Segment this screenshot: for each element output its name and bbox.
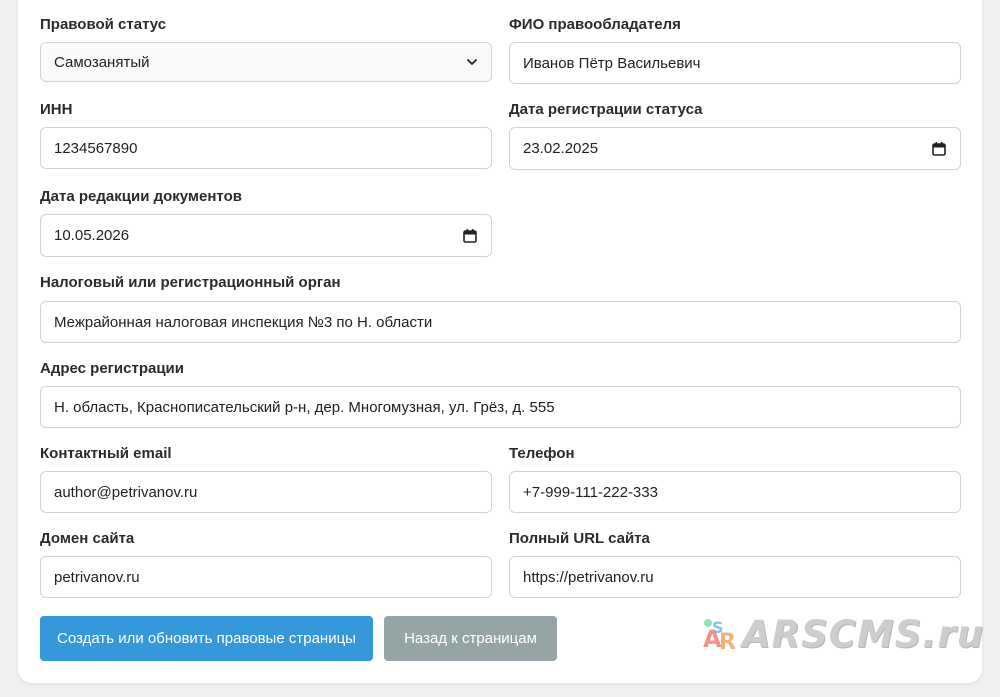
docs-date-input[interactable]: 10.05.2026 — [40, 214, 492, 257]
address-input[interactable]: Н. область, Краснописательский р-н, дер.… — [40, 386, 961, 428]
address-value: Н. область, Краснописательский р-н, дер.… — [54, 398, 555, 416]
calendar-icon[interactable] — [462, 228, 478, 244]
status-date-label: Дата регистрации статуса — [509, 101, 703, 118]
legal-status-label: Правовой статус — [40, 16, 167, 33]
address-label: Адрес регистрации — [40, 360, 185, 377]
inn-input[interactable]: 1234567890 — [40, 127, 492, 169]
tax-authority-value: Межрайонная налоговая инспекция №3 по Н.… — [54, 313, 433, 331]
inn-label: ИНН — [40, 101, 73, 118]
back-to-pages-button[interactable]: Назад к страницам — [384, 616, 557, 661]
chevron-down-icon — [466, 56, 478, 68]
owner-name-input[interactable]: Иванов Пётр Васильевич — [509, 42, 961, 84]
phone-input[interactable]: +7-999-111-222-333 — [509, 471, 961, 513]
watermark: A R S ARSCMS.ru — [700, 612, 984, 656]
owner-name-value: Иванов Пётр Васильевич — [523, 54, 701, 72]
url-label: Полный URL сайта — [509, 530, 650, 547]
calendar-icon[interactable] — [931, 141, 947, 157]
status-date-value: 23.02.2025 — [523, 140, 599, 157]
email-input[interactable]: author@petrivanov.ru — [40, 471, 492, 513]
domain-label: Домен сайта — [40, 530, 135, 547]
status-date-input[interactable]: 23.02.2025 — [509, 127, 961, 170]
domain-value: petrivanov.ru — [54, 568, 140, 586]
domain-input[interactable]: petrivanov.ru — [40, 556, 492, 598]
legal-status-select[interactable]: Самозанятый — [40, 42, 492, 82]
docs-date-label: Дата редакции документов — [40, 188, 242, 205]
tax-authority-label: Налоговый или регистрационный орган — [40, 274, 341, 291]
url-value: https://petrivanov.ru — [523, 568, 654, 586]
svg-text:S: S — [712, 618, 724, 637]
inn-value: 1234567890 — [54, 139, 138, 157]
tax-authority-input[interactable]: Межрайонная налоговая инспекция №3 по Н.… — [40, 301, 961, 343]
legal-status-value: Самозанятый — [54, 53, 150, 71]
email-value: author@petrivanov.ru — [54, 483, 198, 501]
arscms-logo-icon: A R S — [703, 618, 736, 655]
submit-legal-pages-button[interactable]: Создать или обновить правовые страницы — [40, 616, 373, 661]
url-input[interactable]: https://petrivanov.ru — [509, 556, 961, 598]
phone-label: Телефон — [509, 445, 575, 462]
watermark-text: ARSCMS.ru — [742, 612, 985, 656]
owner-name-label: ФИО правообладателя — [509, 16, 681, 33]
email-label: Контактный email — [40, 445, 172, 462]
phone-value: +7-999-111-222-333 — [523, 483, 658, 501]
docs-date-value: 10.05.2026 — [54, 227, 130, 244]
